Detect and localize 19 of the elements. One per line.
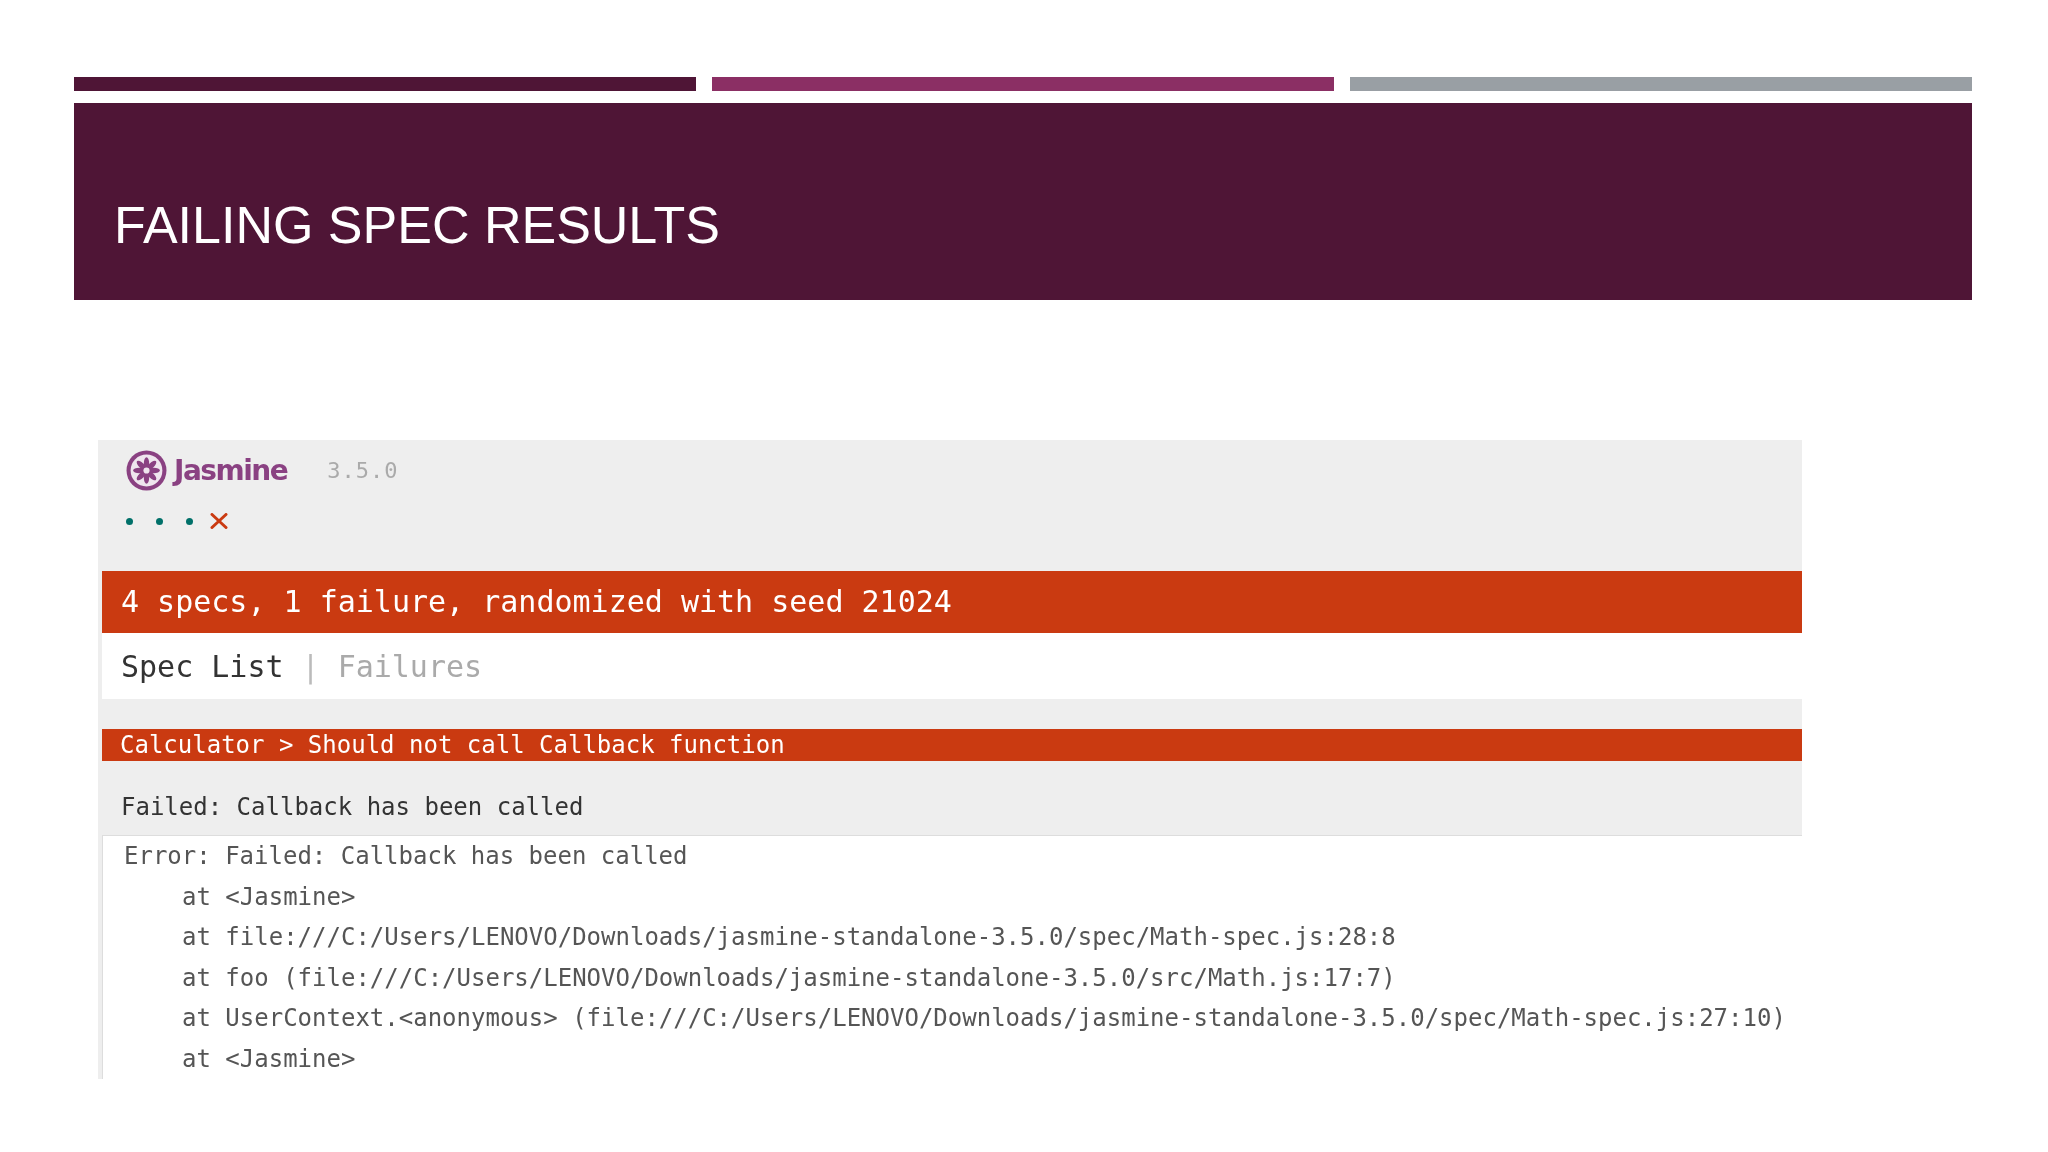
failure-title: Calculator > Should not call Callback function — [102, 729, 1802, 761]
stack-trace-line: Error: Failed: Callback has been called — [124, 841, 688, 872]
stack-trace-line: at file:///C:/Users/LENOVO/Downloads/jasmine-standalone-3.5.0/spec/Math-spec.js:28:8 — [182, 922, 1396, 953]
dot-icon — [156, 517, 163, 525]
failure-message: Failed: Callback has been called — [121, 792, 584, 822]
cross-icon — [210, 513, 228, 529]
stack-trace-line: at UserContext.<anonymous> (file:///C:/Users/LENOVO/Downloads/jasmine-standalone-3.5.0/spec/Math-spec.js:27:10) — [182, 1003, 1786, 1034]
menu-separator: | — [301, 648, 320, 684]
version-label: 3.5.0 — [327, 456, 399, 485]
flower-logo-icon — [126, 450, 167, 491]
stack-trace-line: at <Jasmine> — [182, 1043, 356, 1075]
stack-trace-line: at <Jasmine> — [182, 881, 356, 913]
summary-banner: 4 specs, 1 failure, randomized with seed 21024 — [102, 571, 1802, 633]
menu-link[interactable]: Spec List — [121, 648, 284, 684]
logo-text: Jasmine — [172, 453, 288, 488]
dot-icon — [186, 517, 193, 525]
stack-trace-line: at foo (file:///C:/Users/LENOVO/Downloads/jasmine-standalone-3.5.0/src/Math.js:17:7) — [182, 962, 1396, 994]
dot-icon — [126, 517, 133, 525]
slide-title: FAILING SPEC RESULTS — [114, 195, 720, 256]
